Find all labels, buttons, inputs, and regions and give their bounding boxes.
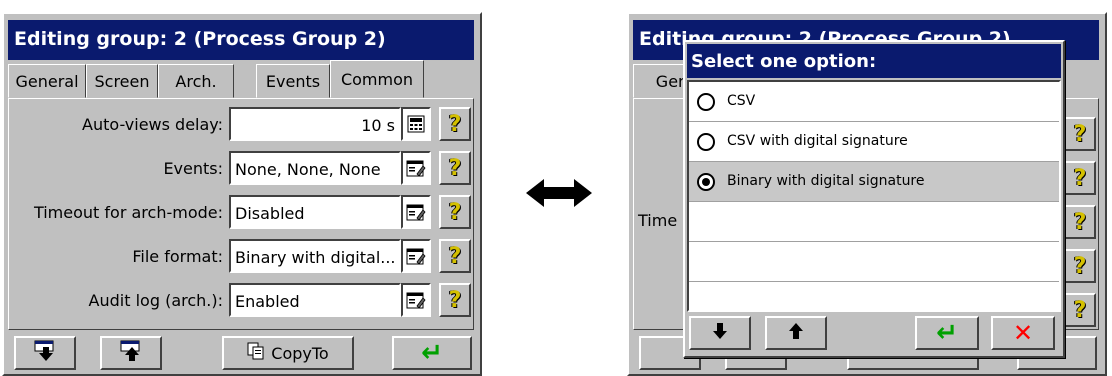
upload-button[interactable] xyxy=(100,336,162,370)
copy-to-button[interactable]: CopyTo xyxy=(222,336,354,370)
setting-row-auto-views-delay: Auto-views delay: 10 s ? xyxy=(9,107,473,143)
help-button[interactable]: ? xyxy=(439,107,471,141)
option-csv-with-digital-signature[interactable]: CSV with digital signature xyxy=(689,122,1059,162)
option-binary-with-digital-signature[interactable]: Binary with digital signature xyxy=(689,162,1059,202)
auto-views-delay-field[interactable]: 10 s xyxy=(229,107,401,141)
timeout-label: Timeout for arch-mode: xyxy=(33,203,223,222)
enter-button[interactable]: ↵ xyxy=(392,336,472,370)
help-button[interactable]: ? xyxy=(439,283,471,317)
select-option-dialog: Select one option: CSV CSV with digital … xyxy=(683,40,1065,358)
window-down-arrow-icon xyxy=(33,339,57,367)
audit-log-label: Audit log (arch.): xyxy=(88,291,223,310)
option-csv[interactable]: CSV xyxy=(689,82,1059,122)
setting-row-timeout: Timeout for arch-mode: Disabled ? xyxy=(9,195,473,231)
help-button: ? xyxy=(1064,205,1096,239)
option-label: CSV xyxy=(727,93,756,109)
tab-common[interactable]: Common xyxy=(330,60,424,98)
bottom-toolbar: CopyTo ↵ xyxy=(8,336,478,372)
window-title: Editing group: 2 (Process Group 2) xyxy=(8,20,474,60)
timeout-field[interactable]: Disabled xyxy=(229,195,401,229)
setting-row-audit-log: Audit log (arch.): Enabled ? xyxy=(9,283,473,319)
dialog-title: Select one option: xyxy=(687,44,1061,78)
cancel-button[interactable]: ✕ xyxy=(991,316,1055,350)
window-up-arrow-icon xyxy=(119,339,143,367)
properties-icon[interactable] xyxy=(401,151,431,185)
enter-arrow-icon: ↵ xyxy=(936,318,958,348)
audit-log-field[interactable]: Enabled xyxy=(229,283,401,317)
option-label: CSV with digital signature xyxy=(727,133,908,149)
settings-content: Auto-views delay: 10 s ? Events: None, N… xyxy=(8,98,474,330)
move-down-button[interactable] xyxy=(689,316,751,350)
file-format-label: File format: xyxy=(132,247,223,266)
tab-bar: General Screen Arch. Events Common xyxy=(8,60,478,98)
editing-group-window: Editing group: 2 (Process Group 2) Gener… xyxy=(2,12,482,376)
copy-to-label: CopyTo xyxy=(271,343,329,363)
empty-list-row xyxy=(689,242,1059,282)
help-button: ? xyxy=(1064,117,1096,151)
calculator-icon[interactable] xyxy=(401,107,431,141)
radio-unchecked-icon[interactable] xyxy=(697,93,715,111)
double-arrow-icon xyxy=(524,176,594,210)
arrow-down-icon xyxy=(713,323,727,343)
arrow-up-icon xyxy=(789,323,803,343)
confirm-button[interactable]: ↵ xyxy=(915,316,979,350)
setting-row-events: Events: None, None, None ? xyxy=(9,151,473,187)
empty-list-row xyxy=(689,202,1059,242)
timeout-label-partial: Time xyxy=(638,211,678,230)
option-list: CSV CSV with digital signature Binary wi… xyxy=(687,80,1061,312)
auto-views-delay-label: Auto-views delay: xyxy=(82,115,223,134)
option-label: Binary with digital signature xyxy=(727,173,925,189)
events-field[interactable]: None, None, None xyxy=(229,151,401,185)
tab-arch[interactable]: Arch. xyxy=(158,64,234,98)
tab-general[interactable]: General xyxy=(8,64,86,98)
properties-icon[interactable] xyxy=(401,239,431,273)
empty-list-row xyxy=(689,282,1059,310)
tab-screen[interactable]: Screen xyxy=(86,64,158,98)
help-button: ? xyxy=(1064,249,1096,283)
help-button[interactable]: ? xyxy=(439,151,471,185)
help-button: ? xyxy=(1064,293,1096,327)
help-button: ? xyxy=(1064,161,1096,195)
events-label: Events: xyxy=(163,159,223,178)
help-button[interactable]: ? xyxy=(439,239,471,273)
radio-checked-icon[interactable] xyxy=(697,173,715,191)
setting-row-file-format: File format: Binary with digital... ? xyxy=(9,239,473,275)
copy-icon xyxy=(247,342,265,364)
tab-events[interactable]: Events xyxy=(256,64,330,98)
close-icon: ✕ xyxy=(1012,319,1034,347)
help-button[interactable]: ? xyxy=(439,195,471,229)
enter-arrow-icon: ↵ xyxy=(421,338,443,368)
file-format-field[interactable]: Binary with digital... xyxy=(229,239,401,273)
move-up-button[interactable] xyxy=(765,316,827,350)
properties-icon[interactable] xyxy=(401,283,431,317)
properties-icon[interactable] xyxy=(401,195,431,229)
radio-unchecked-icon[interactable] xyxy=(697,133,715,151)
download-button[interactable] xyxy=(14,336,76,370)
